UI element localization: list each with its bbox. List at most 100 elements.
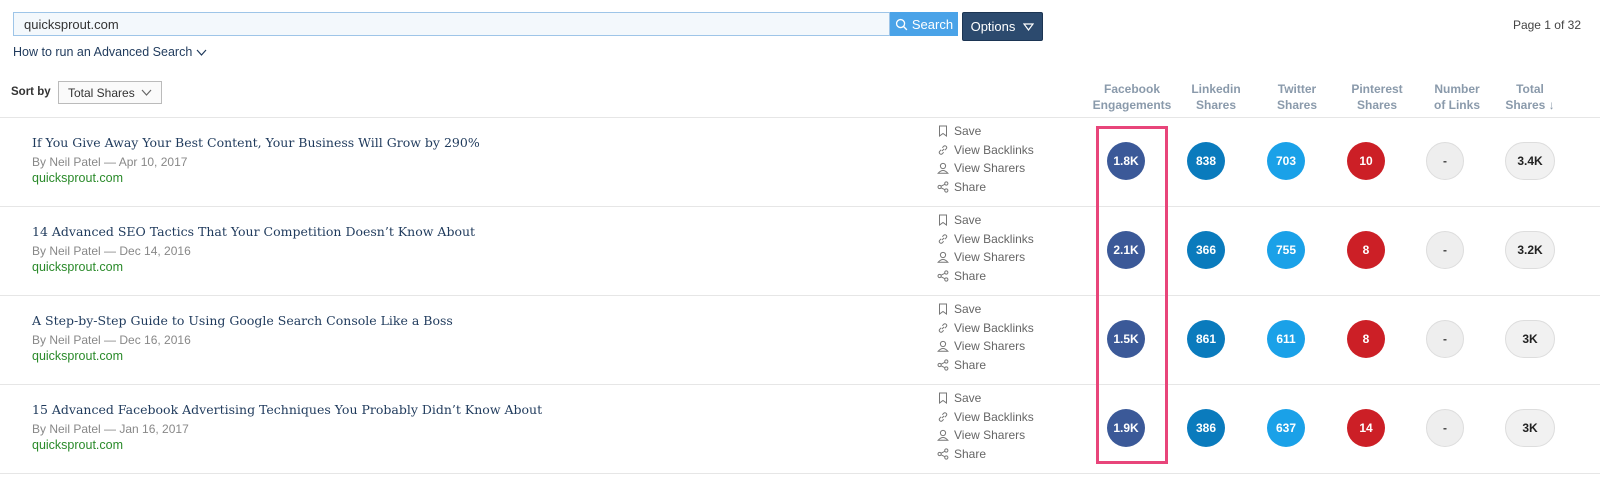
share-button[interactable]: Share (937, 178, 1034, 197)
row-actions: Save View Backlinks View Sharers Share (937, 300, 1034, 374)
table-row: 15 Advanced Facebook Advertising Techniq… (0, 385, 1600, 474)
bookmark-icon (939, 303, 947, 316)
article-byline: By Neil Patel — Jan 16, 2017 (32, 422, 189, 436)
view-sharers-button[interactable]: View Sharers (937, 248, 1034, 267)
share-button[interactable]: Share (937, 445, 1034, 464)
save-button[interactable]: Save (937, 300, 1034, 319)
share-icon (937, 270, 949, 282)
chevron-down-icon (141, 89, 152, 96)
column-header-pinterest[interactable]: Pinterest Shares (1337, 81, 1417, 113)
number-of-links: - (1426, 409, 1464, 447)
share-icon (937, 181, 949, 193)
article-byline: By Neil Patel — Apr 10, 2017 (32, 155, 188, 169)
view-sharers-label: View Sharers (954, 250, 1026, 265)
view-sharers-label: View Sharers (954, 161, 1026, 176)
column-header-total[interactable]: Total Shares ↓ (1490, 81, 1570, 113)
share-label: Share (954, 357, 987, 372)
number-of-links: - (1426, 231, 1464, 269)
sort-label: Sort by (11, 86, 51, 98)
advanced-search-link[interactable]: How to run an Advanced Search (13, 45, 207, 59)
article-domain[interactable]: quicksprout.com (32, 171, 123, 185)
pinterest-shares: 10 (1347, 142, 1385, 180)
bookmark-icon (939, 214, 947, 227)
link-icon (938, 412, 948, 422)
row-actions: Save View Backlinks View Sharers Share (937, 389, 1034, 463)
search-icon (895, 18, 908, 30)
view-backlinks-button[interactable]: View Backlinks (937, 141, 1034, 160)
column-header-line: of Links (1433, 98, 1480, 112)
save-label: Save (954, 124, 982, 139)
options-button[interactable]: Options (962, 12, 1043, 41)
article-domain[interactable]: quicksprout.com (32, 260, 123, 274)
total-shares: 3K (1505, 320, 1555, 358)
linkedin-shares: 386 (1187, 409, 1225, 447)
facebook-engagements: 2.1K (1107, 231, 1145, 269)
view-backlinks-label: View Backlinks (954, 320, 1034, 335)
column-header-line: Shares (1356, 98, 1398, 112)
search-button[interactable]: Search (890, 12, 958, 36)
total-shares: 3K (1505, 409, 1555, 447)
column-header-line: Linkedin (1191, 82, 1241, 96)
view-backlinks-label: View Backlinks (954, 409, 1034, 424)
save-label: Save (954, 213, 982, 228)
search-button-label: Search (911, 16, 954, 32)
number-of-links: - (1426, 142, 1464, 180)
share-label: Share (954, 446, 987, 461)
linkedin-shares: 861 (1187, 320, 1225, 358)
pinterest-shares: 8 (1347, 231, 1385, 269)
user-icon (937, 252, 949, 263)
triangle-down-icon (1023, 22, 1035, 31)
view-sharers-label: View Sharers (954, 339, 1026, 354)
article-title[interactable]: If You Give Away Your Best Content, Your… (32, 135, 480, 150)
twitter-shares: 611 (1267, 320, 1305, 358)
share-button[interactable]: Share (937, 267, 1034, 286)
save-label: Save (954, 302, 982, 317)
view-sharers-button[interactable]: View Sharers (937, 426, 1034, 445)
column-header-line: Shares ↓ (1505, 98, 1555, 112)
article-domain[interactable]: quicksprout.com (32, 438, 123, 452)
user-icon (937, 341, 949, 352)
search-input[interactable] (13, 12, 890, 36)
column-header-line: Shares (1195, 98, 1237, 112)
row-actions: Save View Backlinks View Sharers Share (937, 211, 1034, 285)
view-backlinks-button[interactable]: View Backlinks (937, 408, 1034, 427)
sort-select[interactable]: Total Shares (58, 81, 162, 104)
article-domain[interactable]: quicksprout.com (32, 349, 123, 363)
column-header-twitter[interactable]: Twitter Shares (1257, 81, 1337, 113)
column-header-links[interactable]: Number of Links (1417, 81, 1497, 113)
column-header-line: Facebook (1103, 82, 1160, 96)
column-header-line: Total (1516, 82, 1544, 96)
row-actions: Save View Backlinks View Sharers Share (937, 122, 1034, 196)
facebook-engagements: 1.5K (1107, 320, 1145, 358)
share-button[interactable]: Share (937, 356, 1034, 375)
number-of-links: - (1426, 320, 1464, 358)
column-header-line: Number (1434, 82, 1480, 96)
article-byline: By Neil Patel — Dec 14, 2016 (32, 244, 191, 258)
column-header-linkedin[interactable]: Linkedin Shares (1176, 81, 1256, 113)
options-button-label: Options (970, 19, 1016, 34)
view-sharers-label: View Sharers (954, 428, 1026, 443)
linkedin-shares: 366 (1187, 231, 1225, 269)
column-header-line: Twitter (1277, 82, 1317, 96)
total-shares: 3.2K (1505, 231, 1555, 269)
total-shares: 3.4K (1505, 142, 1555, 180)
save-button[interactable]: Save (937, 122, 1034, 141)
column-header-facebook[interactable]: Facebook Engagements (1092, 81, 1172, 113)
article-title[interactable]: 15 Advanced Facebook Advertising Techniq… (32, 402, 542, 417)
view-sharers-button[interactable]: View Sharers (937, 337, 1034, 356)
view-backlinks-button[interactable]: View Backlinks (937, 230, 1034, 249)
save-label: Save (954, 391, 982, 406)
bookmark-icon (939, 392, 947, 405)
twitter-shares: 703 (1267, 142, 1305, 180)
link-icon (938, 145, 948, 155)
twitter-shares: 637 (1267, 409, 1305, 447)
column-header-line: Shares (1276, 98, 1318, 112)
save-button[interactable]: Save (937, 389, 1034, 408)
pinterest-shares: 8 (1347, 320, 1385, 358)
save-button[interactable]: Save (937, 211, 1034, 230)
view-backlinks-button[interactable]: View Backlinks (937, 319, 1034, 338)
view-sharers-button[interactable]: View Sharers (937, 159, 1034, 178)
article-title[interactable]: 14 Advanced SEO Tactics That Your Compet… (32, 224, 475, 239)
table-row: 14 Advanced SEO Tactics That Your Compet… (0, 207, 1600, 296)
article-title[interactable]: A Step-by-Step Guide to Using Google Sea… (32, 313, 453, 328)
